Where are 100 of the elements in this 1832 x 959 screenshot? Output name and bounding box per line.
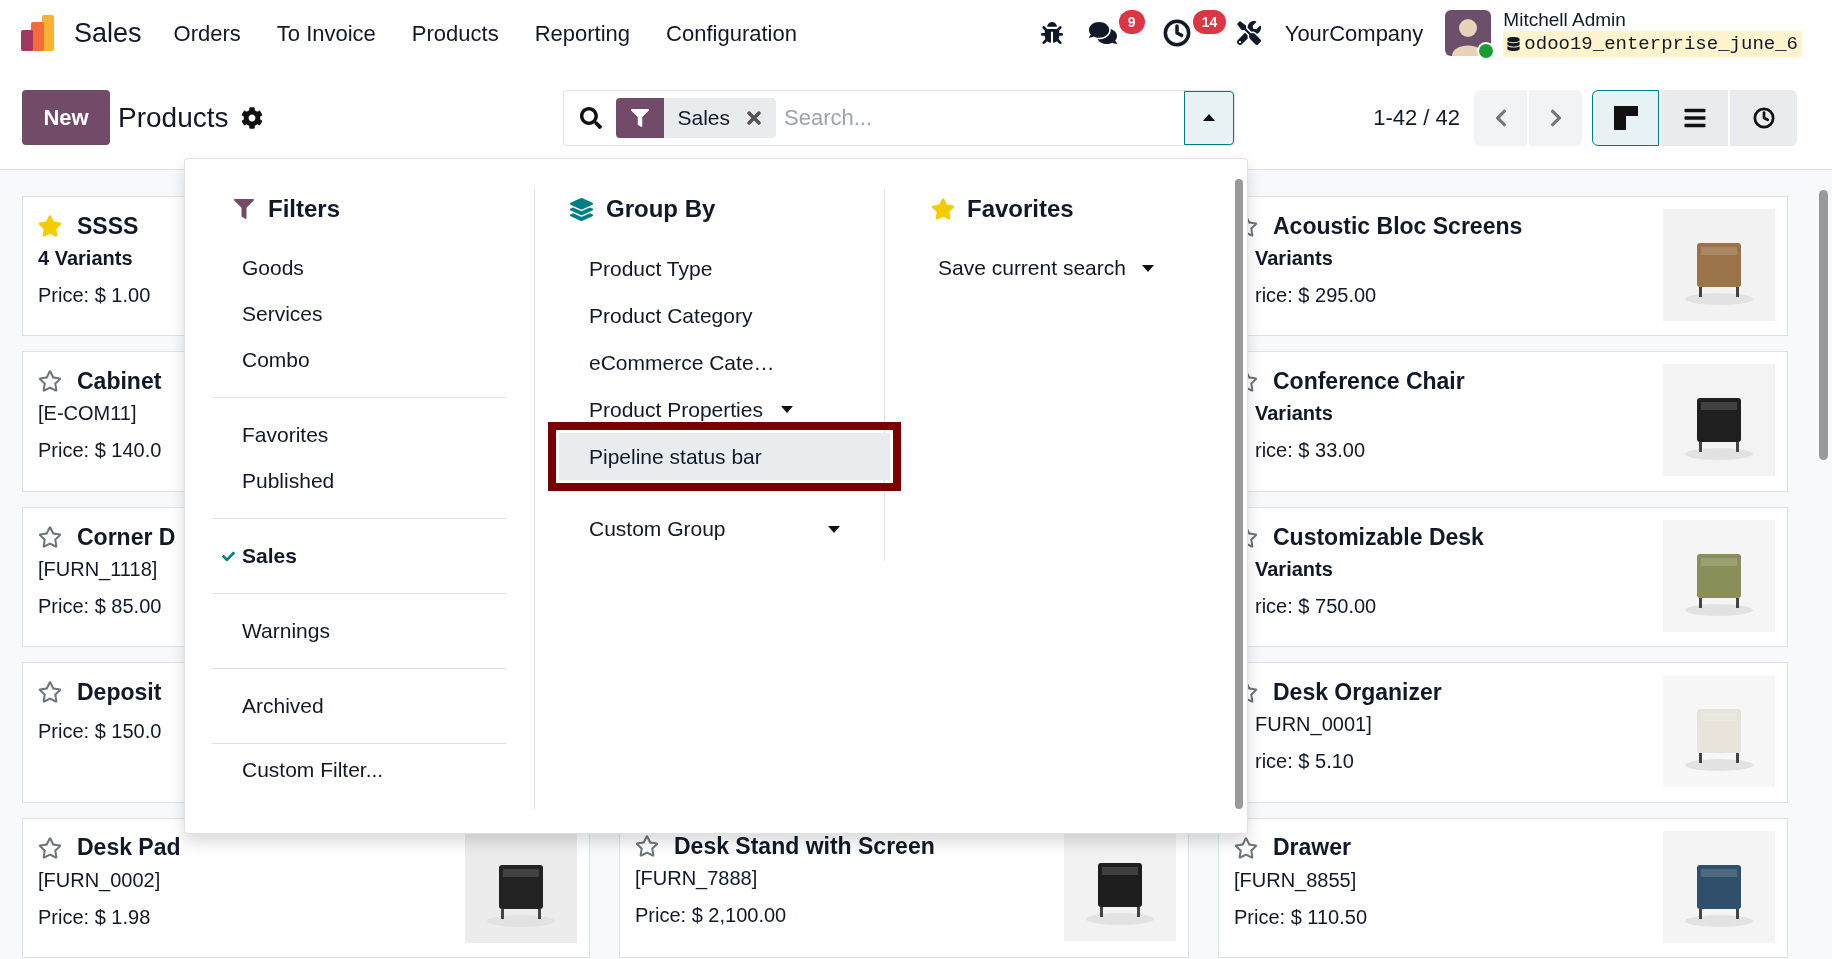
search-input[interactable]: Search...: [784, 101, 1184, 134]
product-name: Conference Chair: [1273, 367, 1465, 397]
menu-item[interactable]: Orders: [155, 16, 259, 50]
section-title: Group By: [606, 194, 716, 224]
facet-label: Sales: [677, 104, 731, 131]
view-switch-button[interactable]: [1661, 89, 1728, 146]
variant-count: Variants: [1255, 245, 1333, 271]
product-name: Desk Pad: [77, 833, 181, 863]
view-switch-button[interactable]: [1592, 89, 1659, 146]
product-reference: FURN_0001]: [1255, 712, 1372, 738]
tools-icon: [1236, 21, 1261, 45]
filter-option[interactable]: Warnings: [212, 608, 506, 654]
custom-group-select[interactable]: Custom Group: [589, 509, 840, 549]
next-page-button[interactable]: [1529, 89, 1582, 146]
scrollbar[interactable]: [1235, 179, 1243, 809]
menu-item[interactable]: Products: [393, 16, 517, 50]
notification-badge: 9: [1118, 10, 1145, 34]
page-title: Products: [118, 100, 229, 135]
search-bar[interactable]: Sales Search...: [562, 89, 1235, 146]
app-name[interactable]: Sales: [74, 12, 142, 54]
product-price: Price: $ 1.00: [38, 282, 151, 308]
product-reference: [FURN_1118]: [38, 556, 158, 583]
caret-icon: [1202, 114, 1215, 121]
clock-icon: [1752, 106, 1775, 129]
settings-icon[interactable]: [240, 106, 263, 129]
product-price: Price: $ 150.0: [38, 719, 162, 745]
product-price: rice: $ 5.10: [1255, 749, 1354, 775]
product-reference: [FURN_8855]: [1234, 867, 1357, 894]
section-title: Favorites: [967, 194, 1074, 224]
previous-page-button[interactable]: [1474, 89, 1527, 146]
filter-icon: [630, 108, 649, 127]
user-name: Mitchell Admin: [1503, 9, 1627, 31]
star-icon[interactable]: [38, 835, 62, 860]
star-icon[interactable]: [38, 369, 62, 394]
filter-icon: [234, 199, 254, 219]
chat-icon: [1088, 19, 1117, 47]
group-by-option[interactable]: Product Properties: [559, 386, 860, 433]
product-name: Desk Stand with Screen: [674, 831, 935, 861]
caret-icon: [828, 525, 840, 533]
kanban-icon: [1613, 105, 1638, 130]
custom-filter-link[interactable]: Custom Filter...: [212, 747, 506, 793]
filter-option[interactable]: Favorites: [212, 412, 506, 458]
product-price: Price: $ 140.0: [38, 438, 162, 464]
caret-icon: [1141, 264, 1154, 272]
database-badge: odoo19_enterprise_june_6: [1503, 31, 1802, 57]
product-price: rice: $ 750.00: [1255, 593, 1377, 619]
menu-item[interactable]: To Invoice: [258, 16, 394, 50]
star-icon[interactable]: [1234, 835, 1258, 860]
product-price: Price: $ 85.00: [38, 593, 162, 619]
star-icon[interactable]: [38, 213, 62, 238]
new-button[interactable]: New: [22, 90, 110, 145]
user-avatar[interactable]: [1445, 10, 1492, 56]
star-icon[interactable]: [635, 834, 659, 858]
product-reference: [E-COM11]: [38, 401, 137, 427]
check-icon: [222, 549, 235, 563]
search-options-toggle[interactable]: [1183, 90, 1234, 145]
product-reference: [FURN_0002]: [38, 867, 161, 894]
layers-icon: [570, 197, 593, 221]
caret-icon: [780, 406, 793, 413]
view-switch-button[interactable]: [1730, 89, 1797, 146]
product-name: SSSS: [77, 211, 139, 241]
group-by-option[interactable]: eCommerce Cate…: [559, 339, 860, 386]
product-name: Corner D: [77, 522, 176, 552]
product-price: Price: $ 2,100.00: [635, 903, 787, 928]
menu-item[interactable]: Configuration: [648, 16, 815, 50]
star-icon[interactable]: [38, 524, 62, 549]
filter-option[interactable]: Goods: [212, 245, 506, 291]
filter-option[interactable]: Services: [212, 291, 506, 337]
product-card[interactable]: Drawer [FURN_8855] Price: $ 110.50: [1218, 817, 1788, 958]
filter-option[interactable]: Combo: [212, 337, 506, 383]
product-name: Customizable Desk: [1273, 522, 1484, 552]
scrollbar[interactable]: [1819, 190, 1828, 460]
product-price: rice: $ 33.00: [1255, 438, 1366, 464]
product-reference: [FURN_7888]: [635, 866, 758, 892]
product-name: Acoustic Bloc Screens: [1273, 211, 1523, 241]
product-name: Drawer: [1273, 833, 1351, 863]
filter-option[interactable]: Published: [212, 458, 506, 504]
company-switcher[interactable]: YourCompany: [1284, 16, 1424, 50]
variant-count: 4 Variants: [38, 245, 133, 271]
section-title: Filters: [268, 194, 341, 224]
filter-option[interactable]: Archived: [212, 683, 506, 729]
bug-icon: [1040, 22, 1063, 44]
product-name: Deposit: [77, 677, 162, 707]
variant-count: Variants: [1255, 556, 1333, 582]
product-price: Price: $ 110.50: [1234, 904, 1368, 930]
group-by-option[interactable]: Product Type: [559, 245, 860, 292]
filter-option[interactable]: Sales: [212, 533, 506, 579]
star-icon[interactable]: [38, 680, 62, 705]
menu-item[interactable]: Reporting: [516, 16, 649, 50]
database-icon: [1507, 37, 1521, 51]
group-by-option[interactable]: Product Category: [559, 292, 860, 339]
product-price: Price: $ 1.98: [38, 904, 151, 930]
search-icon[interactable]: [579, 106, 602, 129]
notification-badge: 14: [1192, 10, 1227, 34]
product-name: Cabinet: [77, 367, 162, 397]
pager-value: 1-42 / 42: [1373, 104, 1460, 132]
variant-count: Variants: [1255, 401, 1333, 427]
star-icon: [931, 197, 955, 221]
product-card[interactable]: Desk Pad [FURN_0002] Price: $ 1.98: [22, 817, 590, 958]
product-price: rice: $ 295.00: [1255, 282, 1377, 308]
